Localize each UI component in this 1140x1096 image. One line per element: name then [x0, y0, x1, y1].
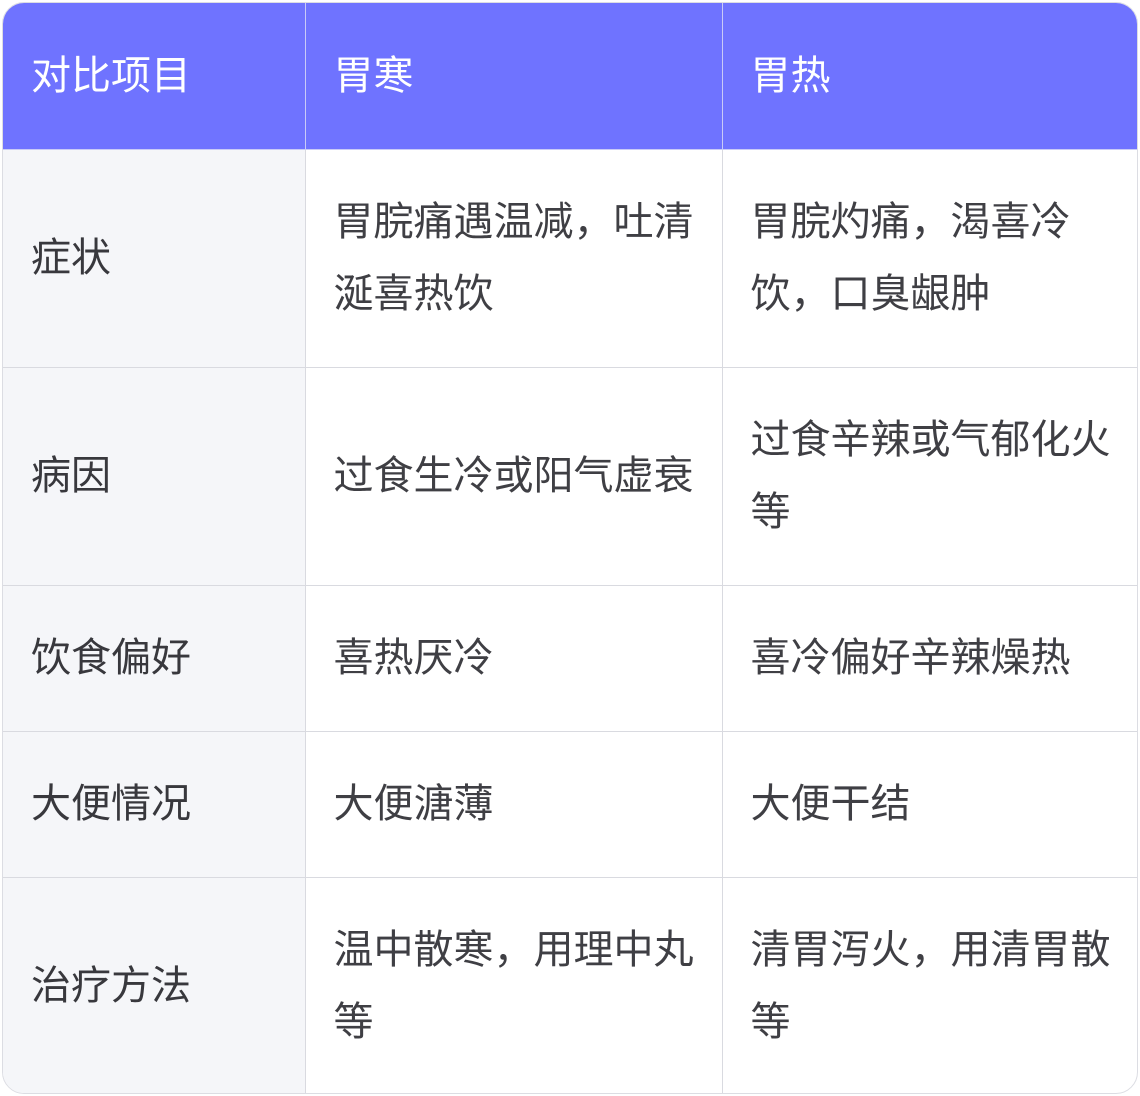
cell-cold: 喜热厌冷 — [304, 584, 723, 732]
row-label: 治疗方法 — [3, 876, 306, 1093]
table-row: 饮食偏好 喜热厌冷 喜冷偏好辛辣燥热 — [3, 584, 1137, 732]
cell-heat: 喜冷偏好辛辣燥热 — [721, 584, 1137, 732]
cell-heat: 过食辛辣或气郁化火等 — [721, 366, 1137, 586]
cell-heat: 胃脘灼痛，渴喜冷饮，口臭龈肿 — [721, 148, 1137, 368]
row-label: 饮食偏好 — [3, 584, 306, 732]
cell-heat: 大便干结 — [721, 730, 1137, 878]
row-label: 大便情况 — [3, 730, 306, 878]
table-row: 治疗方法 温中散寒，用理中丸等 清胃泻火，用清胃散等 — [3, 876, 1137, 1093]
cell-cold: 过食生冷或阳气虚衰 — [304, 366, 723, 586]
header-stomach-heat: 胃热 — [721, 3, 1137, 150]
header-stomach-cold: 胃寒 — [304, 3, 723, 150]
table-row: 病因 过食生冷或阳气虚衰 过食辛辣或气郁化火等 — [3, 366, 1137, 586]
cell-cold: 温中散寒，用理中丸等 — [304, 876, 723, 1093]
row-label: 症状 — [3, 148, 306, 368]
cell-cold: 胃脘痛遇温减，吐清涎喜热饮 — [304, 148, 723, 368]
row-label: 病因 — [3, 366, 306, 586]
table-header-row: 对比项目 胃寒 胃热 — [3, 3, 1137, 150]
comparison-table-container: 对比项目 胃寒 胃热 症状 胃脘痛遇温减，吐清涎喜热饮 胃脘灼痛，渴喜冷饮，口臭… — [2, 2, 1138, 1094]
table-row: 大便情况 大便溏薄 大便干结 — [3, 730, 1137, 878]
cell-cold: 大便溏薄 — [304, 730, 723, 878]
cell-heat: 清胃泻火，用清胃散等 — [721, 876, 1137, 1093]
comparison-table: 对比项目 胃寒 胃热 症状 胃脘痛遇温减，吐清涎喜热饮 胃脘灼痛，渴喜冷饮，口臭… — [3, 3, 1137, 1093]
table-row: 症状 胃脘痛遇温减，吐清涎喜热饮 胃脘灼痛，渴喜冷饮，口臭龈肿 — [3, 148, 1137, 368]
header-comparison-item: 对比项目 — [3, 3, 306, 150]
